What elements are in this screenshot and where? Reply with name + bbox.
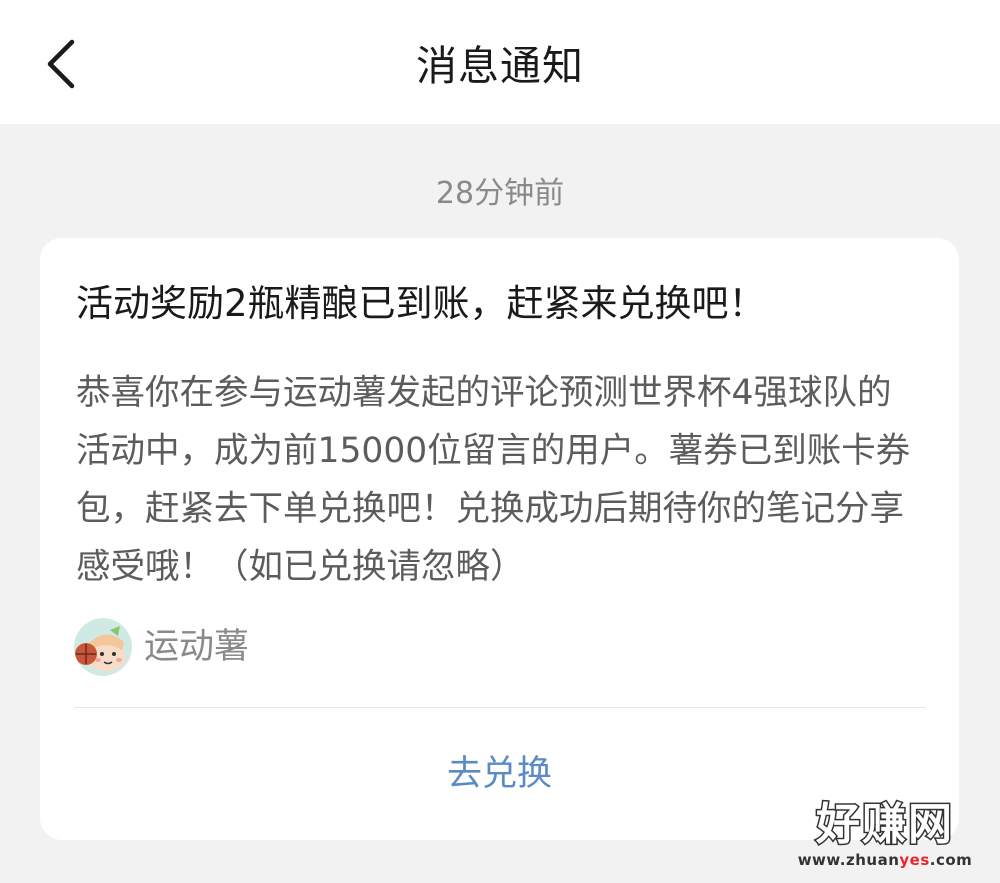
sender-name: 运动薯 xyxy=(144,627,250,667)
watermark-url: www.zhuanyes.com xyxy=(792,851,978,869)
page-title: 消息通知 xyxy=(416,42,584,90)
notification-card: 活动奖励2瓶精酿已到账，赶紧来兑换吧！ 恭喜你在参与运动薯发起的评论预测世界杯4… xyxy=(40,238,959,840)
site-watermark: 好赚网 www.zhuanyes.com xyxy=(792,798,978,870)
avatar-icon xyxy=(74,618,132,676)
top-bar: 消息通知 xyxy=(0,0,1000,124)
watermark-logo-text: 好赚网 xyxy=(815,798,954,852)
sender-info[interactable]: 运动薯 xyxy=(74,618,249,676)
notification-title: 活动奖励2瓶精酿已到账，赶紧来兑换吧！ xyxy=(76,282,766,325)
notification-body: 恭喜你在参与运动薯发起的评论预测世界杯4强球队的活动中，成为前15000位留言的… xyxy=(76,373,911,587)
watermark-url-suffix: .com xyxy=(929,851,973,869)
watermark-url-prefix: www.zhuan xyxy=(797,851,900,869)
message-timestamp: 28分钟前 xyxy=(435,176,565,211)
watermark-url-highlight: yes xyxy=(899,851,930,869)
